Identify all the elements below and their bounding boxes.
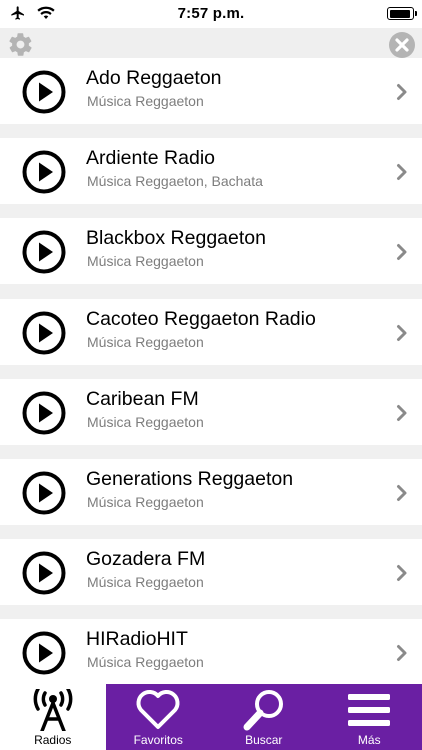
close-icon[interactable]	[388, 31, 416, 59]
station-row[interactable]: Ardiente Radio Música Reggaeton, Bachata	[0, 138, 422, 205]
station-genre: Música Reggaeton	[87, 574, 204, 591]
station-name: Ardiente Radio	[86, 147, 215, 170]
tab-label: Más	[357, 733, 381, 747]
station-genre: Música Reggaeton	[87, 494, 204, 510]
station-name: HIRadioHIT	[86, 628, 188, 651]
chevron-right-icon	[397, 404, 407, 421]
heart-icon	[136, 690, 180, 729]
chevron-right-icon	[397, 565, 407, 582]
station-genre: Música Reggaeton	[87, 253, 204, 270]
chevron-right-icon	[397, 324, 407, 341]
station-row[interactable]: Cacoteo Reggaeton Radio Música Reggaeton	[0, 298, 422, 365]
magnifier-icon	[243, 690, 283, 731]
station-genre: Música Reggaeton	[87, 93, 204, 109]
antenna-icon	[33, 689, 73, 731]
tab-favoritos[interactable]: Favoritos	[106, 684, 212, 750]
tab-radios[interactable]: Radios	[0, 684, 106, 750]
play-icon[interactable]	[22, 150, 66, 194]
station-name: Ado Reggaeton	[86, 67, 222, 89]
station-name: Generations Reggaeton	[86, 468, 294, 490]
station-row[interactable]: Gozadera FM Música Reggaeton	[0, 539, 422, 606]
chevron-right-icon	[397, 485, 407, 501]
chevron-right-icon	[397, 164, 407, 181]
play-icon[interactable]	[22, 631, 66, 675]
play-icon[interactable]	[22, 311, 66, 355]
station-row[interactable]: Blackbox Reggaeton Música Reggaeton	[0, 218, 422, 285]
play-icon[interactable]	[22, 391, 66, 435]
station-name: Cacoteo Reggaeton Radio	[86, 307, 316, 330]
station-list: Ado Reggaeton Música Reggaeton Ardiente Ra…	[0, 58, 422, 684]
status-bar: 7:57 p.m.	[0, 0, 422, 28]
play-icon[interactable]	[22, 471, 66, 515]
chevron-right-icon	[397, 84, 407, 100]
gear-icon[interactable]	[7, 31, 34, 58]
tab-buscar[interactable]: Buscar	[211, 684, 317, 750]
station-row[interactable]: Generations Reggaeton Música Reggaeton	[0, 459, 422, 525]
station-name: Blackbox Reggaeton	[86, 227, 266, 250]
play-icon[interactable]	[22, 551, 66, 595]
station-row[interactable]: HIRadioHIT Música Reggaeton	[0, 619, 422, 684]
station-genre: Música Reggaeton	[87, 333, 204, 350]
toolbar	[0, 28, 422, 58]
station-genre: Música Reggaeton	[87, 413, 204, 430]
play-icon[interactable]	[22, 230, 66, 274]
station-genre: Música Reggaeton, Bachata	[87, 173, 263, 190]
station-name: Gozadera FM	[86, 548, 206, 571]
battery-icon	[387, 7, 417, 20]
station-genre: Música Reggaeton	[87, 654, 204, 671]
chevron-right-icon	[397, 645, 407, 662]
tab-bar: Radios Favoritos Buscar Más	[0, 684, 422, 750]
station-row[interactable]: Caribean FM Música Reggaeton	[0, 378, 422, 445]
station-row[interactable]: Ado Reggaeton Música Reggaeton	[0, 58, 422, 124]
menu-icon	[348, 694, 391, 726]
tab-mas[interactable]: Más	[317, 684, 422, 750]
play-icon[interactable]	[22, 70, 66, 114]
tab-label: Radios	[34, 733, 72, 747]
chevron-right-icon	[397, 244, 407, 261]
clock: 7:57 p.m.	[177, 5, 245, 22]
tab-label: Favoritos	[133, 733, 183, 747]
tab-label: Buscar	[245, 733, 283, 747]
station-name: Caribean FM	[86, 387, 199, 410]
